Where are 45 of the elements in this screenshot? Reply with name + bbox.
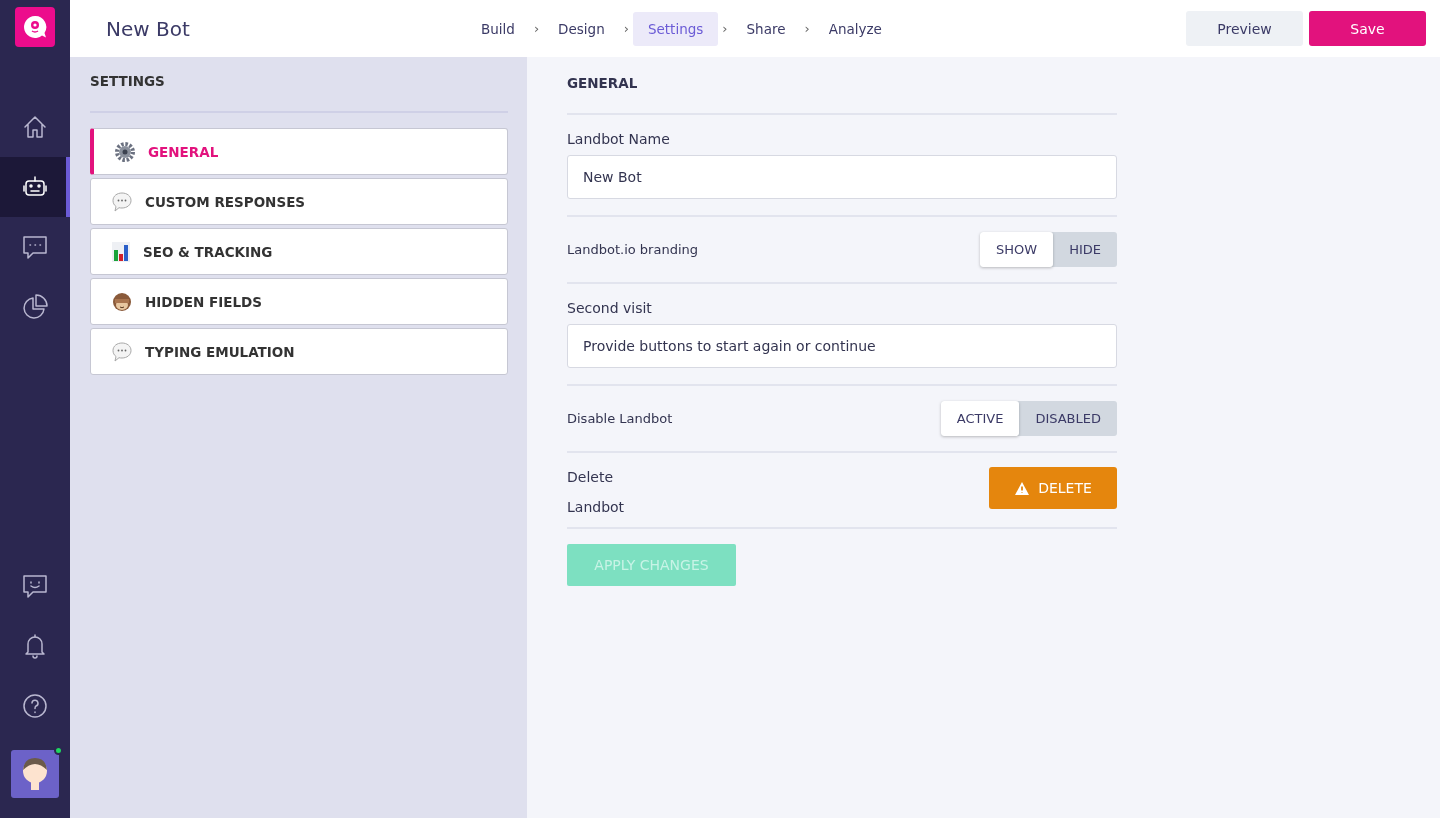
step-tab[interactable]: Share [731, 11, 801, 46]
app-logo[interactable] [15, 7, 55, 47]
section-title: GENERAL [567, 73, 1117, 115]
warning-icon [1014, 480, 1031, 496]
save-button[interactable]: Save [1309, 11, 1426, 46]
pie-chart-icon [21, 293, 49, 321]
user-avatar[interactable] [11, 750, 59, 798]
step-tab[interactable]: Settings [632, 11, 719, 46]
step-separator: › [532, 21, 541, 36]
settings-menu-item[interactable]: CUSTOM RESPONSES [90, 178, 508, 225]
bar-chart-icon [111, 240, 131, 263]
bot-title: New Bot [106, 16, 191, 41]
input-field[interactable]: New Bot [567, 155, 1117, 199]
step-tab[interactable]: Analyze [813, 11, 897, 46]
monkey-icon [111, 290, 133, 313]
speech-bubble-icon [111, 340, 133, 363]
field-label: Landbot Name [567, 131, 671, 147]
settings-menu-item[interactable]: GENERAL [90, 128, 508, 175]
step-separator: › [622, 21, 630, 36]
segment-button[interactable]: SHOW [980, 232, 1054, 267]
nav-item[interactable] [0, 157, 70, 217]
speech-bubble-icon [111, 190, 133, 213]
field-label: Second visit [567, 300, 653, 316]
settings-menu-item[interactable]: HIDDEN FIELDS [90, 278, 508, 325]
preview-button[interactable]: Preview [1186, 11, 1303, 46]
section-title: SETTINGS [90, 73, 508, 113]
step-separator: › [721, 21, 729, 36]
setting-label: Landbot [567, 499, 625, 515]
settings-menu-item[interactable]: SEO & TRACKING [90, 228, 508, 275]
step-tab[interactable]: Design [543, 11, 620, 46]
setting-label: Delete [567, 469, 614, 485]
step-separator: › [803, 21, 811, 36]
setting-label: Disable Landbot [567, 411, 673, 426]
chat-icon [21, 233, 49, 261]
settings-menu-item[interactable]: TYPING EMULATION [90, 328, 508, 375]
segment-button[interactable]: ACTIVE [940, 401, 1020, 436]
segment-button[interactable]: DISABLED [1019, 401, 1117, 436]
segment-button[interactable]: HIDE [1053, 232, 1117, 267]
home-icon [22, 114, 48, 140]
gear-icon [114, 140, 136, 163]
smile-chat-icon [21, 572, 49, 600]
step-tab[interactable]: Build [466, 11, 530, 46]
input-field[interactable]: Provide buttons to start again or continue [567, 324, 1117, 368]
help-icon [21, 692, 49, 720]
setting-label: Landbot.io branding [567, 242, 698, 257]
